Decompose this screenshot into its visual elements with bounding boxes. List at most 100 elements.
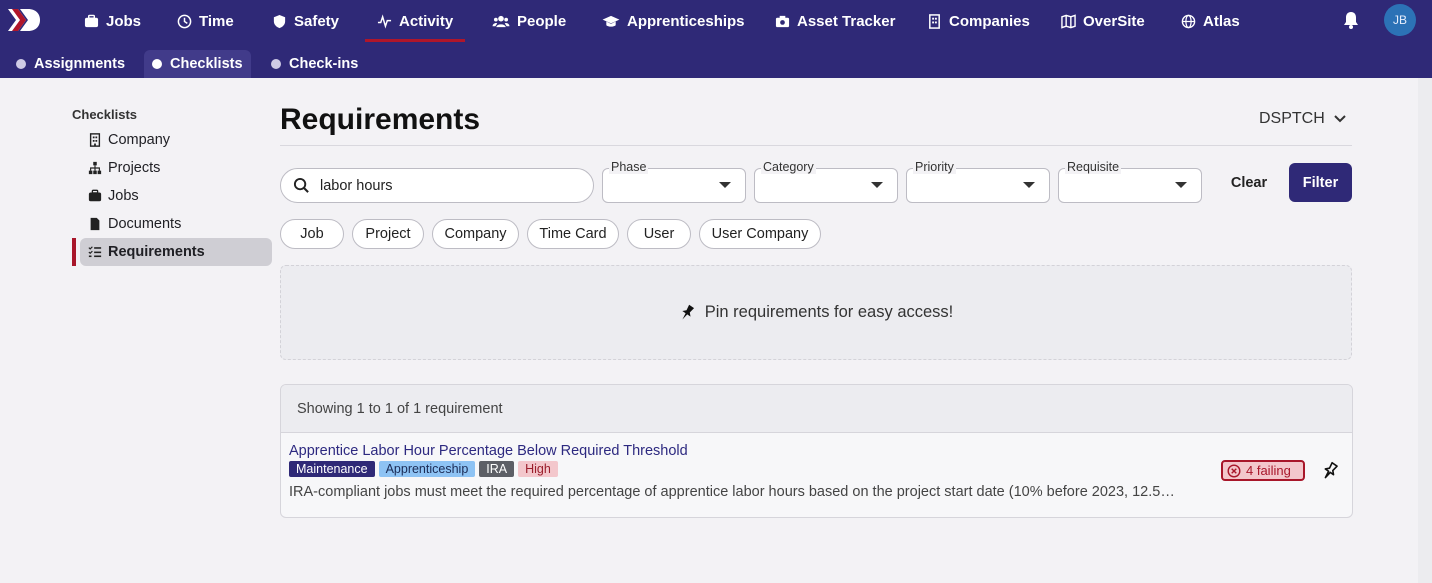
requirement-description: IRA-compliant jobs must meet the require… <box>289 484 1175 500</box>
camera-icon <box>775 15 790 27</box>
building-icon <box>89 133 101 147</box>
nav-item-label: Jobs <box>106 12 142 30</box>
chip-time-card[interactable]: Time Card <box>527 219 619 249</box>
nav-item-atlas[interactable]: Atlas <box>1181 0 1240 42</box>
category-select-label: Category <box>761 160 816 174</box>
sidebar-active-marker <box>72 238 76 266</box>
nav-item-label: Companies <box>949 12 1030 30</box>
dot-icon <box>271 59 281 69</box>
subnav-item-label: Check-ins <box>289 56 359 72</box>
nav-item-apprenticeships[interactable]: Apprenticeships <box>602 0 745 42</box>
nav-item-oversite[interactable]: OverSite <box>1061 0 1145 42</box>
chip-job[interactable]: Job <box>280 219 344 249</box>
activity-icon <box>377 13 392 29</box>
subnav-item-assignments[interactable]: Assignments <box>8 50 133 78</box>
user-avatar[interactable]: JB <box>1384 4 1416 36</box>
caret-down-icon <box>871 182 883 188</box>
pushpin-icon <box>682 304 694 320</box>
requirement-title-link[interactable]: Apprentice Labor Hour Percentage Below R… <box>289 443 688 459</box>
chip-project[interactable]: Project <box>352 219 424 249</box>
x-circle-icon <box>1227 463 1241 478</box>
nav-item-label: Apprenticeships <box>627 12 745 30</box>
header-divider <box>280 145 1352 146</box>
sidebar-item-documents[interactable]: Documents <box>80 210 272 238</box>
dot-icon <box>152 59 162 69</box>
page-title: Requirements <box>280 103 481 136</box>
chip-company[interactable]: Company <box>432 219 519 249</box>
nav-item-label: People <box>517 12 567 30</box>
failing-status-text: 4 failing <box>1246 463 1291 478</box>
pinned-requirements-panel: Pin requirements for easy access! <box>280 265 1352 360</box>
graduation-cap-icon <box>602 15 620 27</box>
tag-priority: High <box>518 461 558 477</box>
organization-select[interactable]: DSPTCH <box>1259 110 1347 128</box>
dot-icon <box>16 59 26 69</box>
pin-panel-text: Pin requirements for easy access! <box>704 303 954 321</box>
tag-category: Maintenance <box>289 461 375 477</box>
sidebar-item-projects[interactable]: Projects <box>80 154 272 182</box>
filter-button[interactable]: Filter <box>1289 163 1352 202</box>
nav-item-companies[interactable]: Companies <box>927 0 1030 42</box>
caret-down-icon <box>1023 182 1035 188</box>
failing-status-badge[interactable]: 4 failing <box>1221 460 1305 481</box>
briefcase-icon <box>88 189 102 202</box>
results-panel: Showing 1 to 1 of 1 requirement Apprenti… <box>280 384 1353 518</box>
priority-select[interactable]: Priority <box>906 160 1050 203</box>
caret-down-icon <box>1175 182 1187 188</box>
top-navigation-bar: Jobs Time Safety Activity People Apprent… <box>0 0 1432 42</box>
sidebar-item-company[interactable]: Company <box>80 126 272 154</box>
organization-select-value: DSPTCH <box>1259 110 1325 127</box>
nav-item-activity[interactable]: Activity <box>364 0 466 42</box>
subnav-item-checklists[interactable]: Checklists <box>144 50 251 78</box>
nav-item-label: Atlas <box>1203 12 1240 30</box>
subnav-item-label: Checklists <box>170 56 243 72</box>
phase-select-label: Phase <box>609 160 649 174</box>
requirement-tags: Maintenance Apprenticeship IRA High <box>289 461 558 477</box>
chevron-down-icon <box>1334 115 1346 123</box>
pin-requirement-icon[interactable] <box>1320 461 1340 481</box>
subnav-item-check-ins[interactable]: Check-ins <box>263 50 366 78</box>
chip-user-company[interactable]: User Company <box>699 219 821 249</box>
priority-select-label: Priority <box>913 160 956 174</box>
sidebar-item-requirements[interactable]: Requirements <box>80 238 272 266</box>
sidebar-item-label: Company <box>108 132 171 148</box>
category-select[interactable]: Category <box>754 160 898 203</box>
clock-icon <box>177 14 192 28</box>
document-icon <box>90 217 100 231</box>
sub-navigation-bar: Assignments Checklists Check-ins <box>0 42 1432 78</box>
sidebar-item-jobs[interactable]: Jobs <box>80 182 272 210</box>
nav-item-label: OverSite <box>1083 12 1145 30</box>
sidebar-title: Checklists <box>72 107 138 122</box>
nav-item-asset-tracker[interactable]: Asset Tracker <box>775 0 895 42</box>
nav-item-jobs[interactable]: Jobs <box>84 0 141 42</box>
results-summary: Showing 1 to 1 of 1 requirement <box>281 385 1352 433</box>
caret-down-icon <box>719 182 731 188</box>
app-logo-icon[interactable] <box>6 6 42 34</box>
subnav-item-label: Assignments <box>34 56 126 72</box>
bell-icon[interactable] <box>1341 10 1361 30</box>
map-icon <box>1061 13 1076 29</box>
search-input[interactable] <box>320 177 570 194</box>
requisite-select[interactable]: Requisite <box>1058 160 1202 203</box>
sidebar-item-label: Documents <box>108 216 182 232</box>
globe-icon <box>1181 14 1196 28</box>
briefcase-icon <box>84 14 99 27</box>
building-icon <box>929 13 940 29</box>
nav-item-safety[interactable]: Safety <box>272 0 339 42</box>
nav-item-label: Activity <box>399 12 454 30</box>
search-icon <box>293 177 309 193</box>
phase-select[interactable]: Phase <box>602 160 746 203</box>
scrollbar-track[interactable] <box>1418 78 1432 583</box>
nav-item-people[interactable]: People <box>492 0 566 42</box>
search-box[interactable] <box>280 168 594 203</box>
chip-user[interactable]: User <box>627 219 691 249</box>
checklist-icon <box>88 246 102 258</box>
nav-item-label: Safety <box>294 12 340 30</box>
clear-button[interactable]: Clear <box>1220 163 1278 202</box>
sitemap-icon <box>88 161 102 175</box>
requisite-select-label: Requisite <box>1065 160 1122 174</box>
shield-icon <box>273 14 286 28</box>
tag-phase: Apprenticeship <box>378 461 476 477</box>
nav-item-time[interactable]: Time <box>177 0 234 42</box>
nav-item-label: Time <box>199 12 234 30</box>
